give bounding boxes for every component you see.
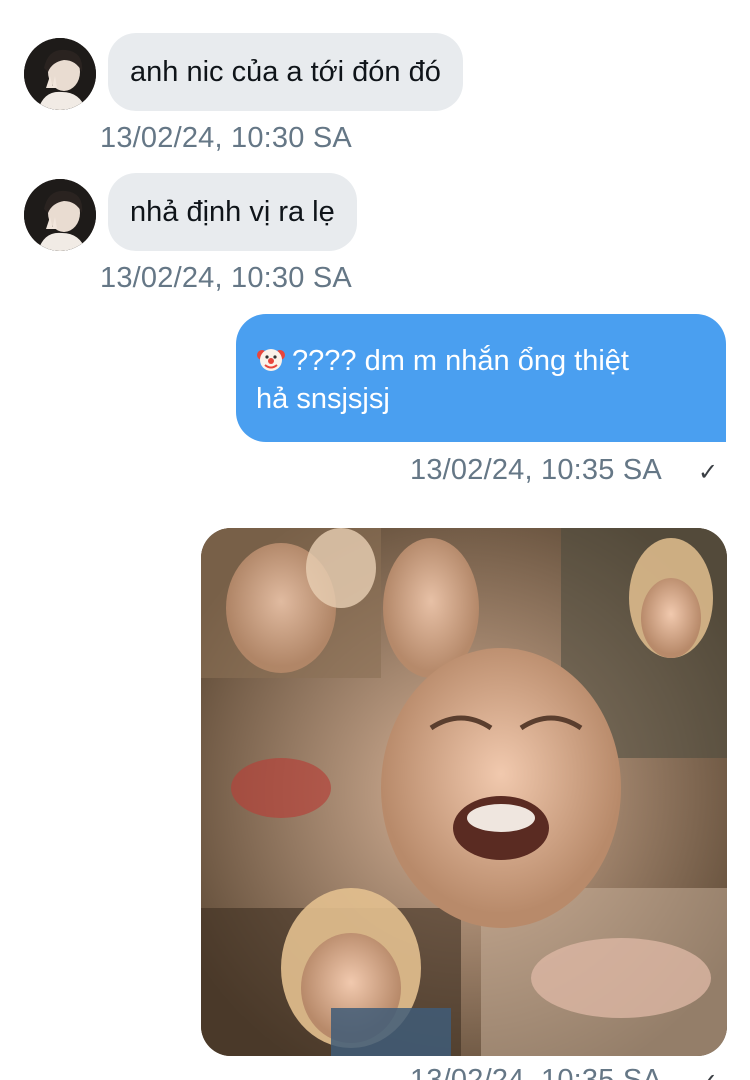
incoming-message-bubble[interactable]: anh nic của a tới đón đó — [108, 33, 463, 111]
outgoing-message-bubble[interactable]: ???? dm m nhắn ổng thiệt hả snsjsjsj — [236, 314, 726, 442]
message-text-line-2: hả snsjsjsj — [256, 383, 390, 415]
message-text: nhả định vị ra lẹ — [130, 196, 335, 228]
chat-thread: anh nic của a tới đón đó 13/02/24, 10:30… — [0, 0, 750, 1080]
incoming-message-bubble[interactable]: nhả định vị ra lẹ — [108, 173, 357, 251]
sender-avatar[interactable] — [24, 38, 96, 110]
sent-check-icon: ✓ — [698, 459, 719, 486]
message-timestamp: 13/02/24, 10:35 SA — [410, 1064, 662, 1080]
message-text-line-1: ???? dm m nhắn ổng thiệt — [292, 345, 629, 377]
sender-avatar[interactable] — [24, 179, 96, 251]
sent-check-icon: ✓ — [698, 1068, 718, 1080]
message-line-1: ???? dm m nhắn ổng thiệt — [256, 342, 706, 380]
message-timestamp: 13/02/24, 10:30 SA — [100, 262, 352, 294]
image-message[interactable] — [201, 528, 727, 1056]
message-text: anh nic của a tới đón đó — [130, 56, 441, 88]
message-timestamp: 13/02/24, 10:35 SA — [410, 454, 662, 486]
message-timestamp: 13/02/24, 10:30 SA — [100, 122, 352, 154]
clown-face-icon — [256, 344, 286, 374]
